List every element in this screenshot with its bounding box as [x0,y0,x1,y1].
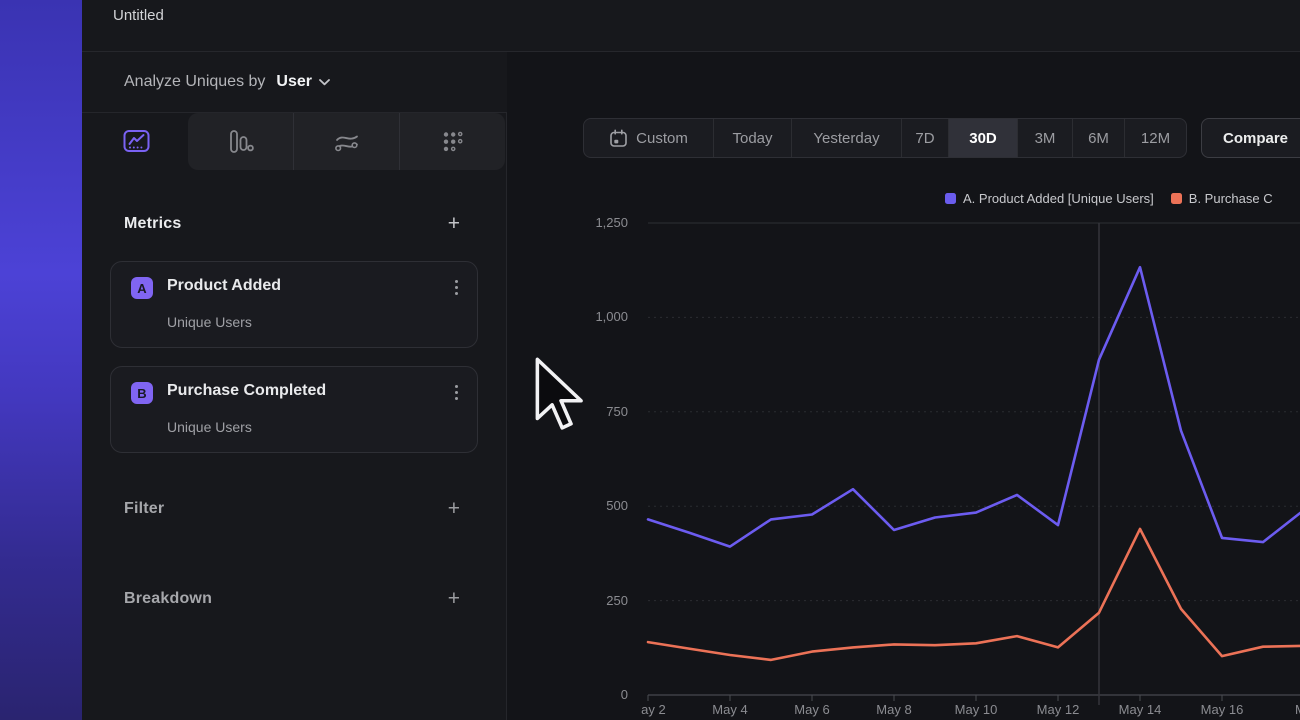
metric-card-b[interactable]: B Purchase Completed Unique Users [110,366,478,453]
mouse-cursor [533,357,589,435]
x-axis-tick-label: May 6 [794,702,829,717]
range-label: 12M [1141,130,1170,147]
metric-options-button[interactable] [452,382,461,403]
legend-swatch-b [1171,193,1182,204]
report-title[interactable]: Untitled [113,7,164,24]
filter-header: Filter + [124,499,460,519]
calendar-icon [609,129,628,148]
metric-card-a[interactable]: A Product Added Unique Users [110,261,478,348]
metric-aggregation[interactable]: Unique Users [167,314,252,330]
legend-label-b: B. Purchase C [1189,191,1273,206]
x-axis-tick-label: Ma [1295,702,1300,717]
funnel-bars-icon [227,129,254,154]
x-axis-tick-label: May 16 [1201,702,1244,717]
range-today[interactable]: Today [713,119,791,157]
range-label: 6M [1088,130,1109,147]
app-window: Untitled Analyze Uniques by User [0,0,1300,720]
insights-line-chart-icon [123,128,150,155]
x-axis-tick-label: May 10 [955,702,998,717]
tab-insights[interactable] [85,113,188,170]
tab-group [188,113,505,170]
analyze-row: Analyze Uniques by User [82,52,507,113]
retention-grid-icon [441,130,465,154]
metric-name: Product Added [167,277,281,295]
chart-legend: A. Product Added [Unique Users] B. Purch… [945,191,1273,206]
range-6m[interactable]: 6M [1072,119,1124,157]
y-axis-tick-label: 1,250 [595,215,628,230]
y-axis-tick-label: 1,000 [595,309,628,324]
left-gradient-strip [0,0,82,720]
tab-retention[interactable] [399,113,505,170]
legend-swatch-a [945,193,956,204]
metric-badge-a: A [131,277,153,299]
chevron-down-icon [319,79,330,86]
analyze-label: Analyze Uniques by [124,73,265,91]
analyze-by-dropdown[interactable]: User [276,73,330,91]
y-axis-tick-label: 0 [621,687,628,702]
analyze-by-value: User [276,73,312,91]
range-yesterday[interactable]: Yesterday [791,119,901,157]
x-axis-tick-label: May 2 [640,702,666,717]
top-header: Untitled [82,0,1300,52]
range-label: 30D [969,130,997,147]
x-axis-tick-label: May 12 [1037,702,1080,717]
filter-title: Filter [124,500,164,518]
range-30d[interactable]: 30D [948,119,1017,157]
x-axis-tick-label: May 8 [876,702,911,717]
range-label: Yesterday [813,130,879,147]
add-filter-button[interactable]: + [448,499,460,519]
metrics-title: Metrics [124,215,181,233]
y-axis-labels: 0 250 500 750 1,000 1,250 [558,0,628,720]
tab-funnels[interactable] [188,113,293,170]
legend-item-b[interactable]: B. Purchase C [1171,191,1273,206]
range-3m[interactable]: 3M [1017,119,1072,157]
y-axis-tick-label: 250 [606,593,628,608]
series-line-b[interactable] [648,529,1300,660]
metrics-header: Metrics + [124,214,460,234]
breakdown-header: Breakdown + [124,589,460,609]
range-label: 3M [1035,130,1056,147]
add-metric-button[interactable]: + [448,214,460,234]
metric-aggregation[interactable]: Unique Users [167,419,252,435]
metric-badge-b: B [131,382,153,404]
tab-flows[interactable] [293,113,399,170]
date-range-bar: Custom Today Yesterday 7D 30D 3M 6M 12M [583,118,1187,158]
flows-icon [333,130,360,154]
range-12m[interactable]: 12M [1124,119,1186,157]
range-custom[interactable]: Custom [584,119,713,157]
line-chart[interactable]: May 2 May 4 May 6 May 8 May 10 May 12 May 14 Ma… [640,215,1300,720]
legend-label-a: A. Product Added [Unique Users] [963,191,1154,206]
x-axis-tick-label: May 14 [1119,702,1162,717]
compare-button[interactable]: Compare [1201,118,1300,158]
x-axis-tick-label: May 4 [712,702,747,717]
add-breakdown-button[interactable]: + [448,589,460,609]
y-axis-tick-label: 500 [606,498,628,513]
range-label: Custom [636,130,688,147]
compare-label: Compare [1223,130,1288,147]
range-label: 7D [915,130,934,147]
metric-options-button[interactable] [452,277,461,298]
y-axis-tick-label: 750 [606,404,628,419]
legend-item-a[interactable]: A. Product Added [Unique Users] [945,191,1154,206]
range-7d[interactable]: 7D [901,119,948,157]
metric-name: Purchase Completed [167,382,326,400]
breakdown-title: Breakdown [124,590,212,608]
series-line-a[interactable] [648,267,1300,546]
range-label: Today [732,130,772,147]
